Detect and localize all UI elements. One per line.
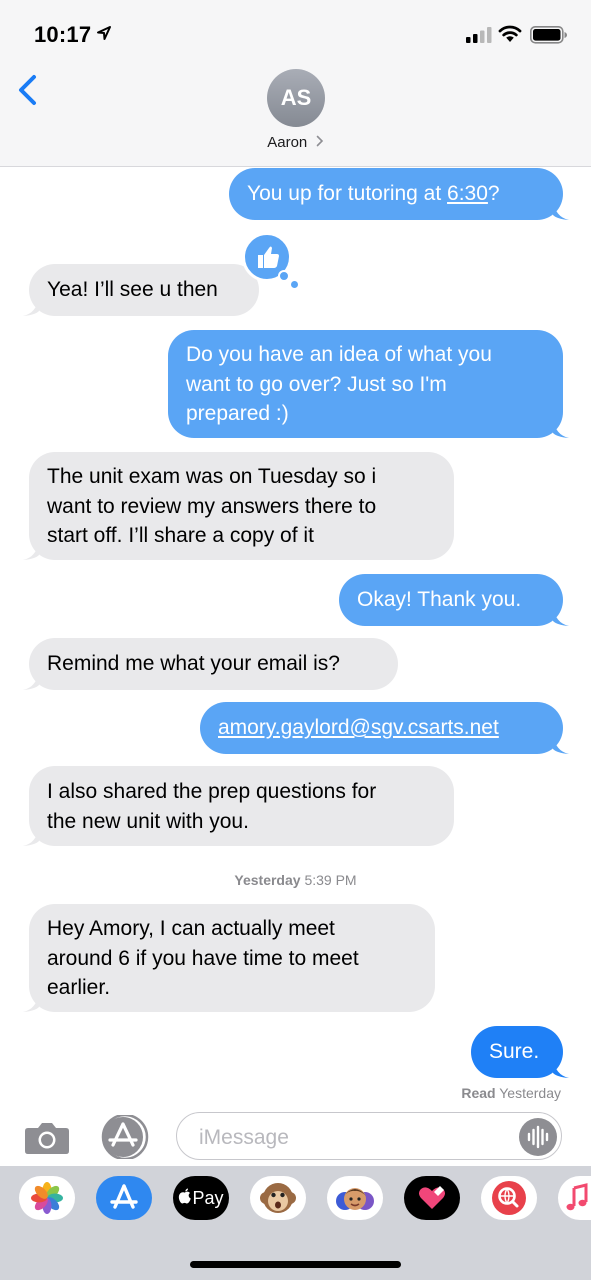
home-indicator[interactable]	[190, 1261, 401, 1268]
cellular-signal-icon	[466, 27, 492, 43]
web-search-icon[interactable]	[481, 1176, 537, 1220]
message-text: Sure.	[489, 1040, 540, 1063]
memoji-icon[interactable]	[327, 1176, 383, 1220]
bubble-tail	[23, 670, 39, 690]
contact-name-button[interactable]: Aaron	[0, 134, 591, 152]
location-arrow-icon	[97, 26, 111, 40]
message-bubble-incoming[interactable]: Yea! I’ll see u then	[23, 264, 259, 316]
message-line: The unit exam was on Tuesday so i	[47, 465, 377, 488]
camera-icon[interactable]	[25, 1120, 69, 1156]
message-text: Yea! I’ll see u then	[47, 278, 218, 301]
message-bubble-outgoing[interactable]: Do you have an idea of what you want to …	[168, 330, 569, 438]
message-line: Do you have an idea of what you	[186, 343, 492, 366]
message-bubble-incoming[interactable]: I also shared the prep questions for the…	[23, 766, 454, 846]
message-text: Remind me what your email is?	[47, 652, 340, 675]
waveform-icon	[527, 1125, 549, 1149]
bubble-tail	[553, 200, 569, 220]
bubble-tail	[553, 734, 569, 754]
conversation-timestamp: Yesterday 5:39 PM	[234, 872, 357, 888]
back-chevron-icon[interactable]	[14, 70, 44, 110]
tapback-dot	[291, 281, 298, 288]
message-line: the new unit with you.	[47, 809, 249, 833]
message-text: You up for tutoring at 6:30?	[247, 182, 500, 205]
email-link[interactable]: amory.gaylord@sgv.csarts.net	[218, 713, 545, 743]
message-bubble-outgoing[interactable]: amory.gaylord@sgv.csarts.net	[200, 702, 569, 754]
message-bubble-incoming[interactable]: The unit exam was on Tuesday so i want t…	[23, 452, 454, 560]
message-line: want to go over? Just so I'm	[186, 372, 447, 396]
message-line: I also shared the prep questions for	[47, 780, 377, 803]
message-input[interactable]	[197, 1122, 501, 1154]
bubble-tail	[553, 418, 569, 438]
read-receipt: Read Yesterday	[461, 1085, 561, 1101]
message-line: Hey Amory, I can actually meet	[47, 917, 335, 940]
message-line: earlier.	[47, 976, 111, 999]
app-store-icon[interactable]	[98, 1115, 152, 1159]
contact-avatar[interactable]: AS	[267, 69, 325, 127]
bubble-tail	[23, 826, 39, 846]
status-time: 10:17	[34, 22, 92, 47]
bubble-tail	[553, 1058, 569, 1078]
message-line: prepared :)	[186, 402, 289, 425]
bubble-tail	[23, 296, 39, 316]
tapback-dot	[278, 270, 290, 282]
bubble-tail	[553, 606, 569, 626]
apple-pay-icon[interactable]: Pay	[173, 1176, 229, 1220]
chevron-right-icon	[316, 135, 323, 147]
message-line: start off. I’ll share a copy of it	[47, 524, 314, 547]
battery-icon	[530, 26, 567, 44]
music-icon[interactable]	[558, 1176, 591, 1220]
message-bubble-incoming[interactable]: Hey Amory, I can actually meet around 6 …	[23, 904, 435, 1012]
message-bubble-incoming[interactable]: Remind me what your email is?	[23, 638, 398, 690]
digital-touch-icon[interactable]	[404, 1176, 460, 1220]
wifi-icon	[498, 25, 522, 42]
message-bubble-outgoing[interactable]: Sure.	[471, 1026, 569, 1078]
status-bar: 10:17	[0, 0, 591, 64]
time-link[interactable]: 6:30	[447, 182, 488, 205]
photos-app-icon[interactable]	[19, 1176, 75, 1220]
contact-name: Aaron	[267, 134, 308, 151]
animoji-monkey-icon[interactable]	[250, 1176, 306, 1220]
message-text: Okay! Thank you.	[357, 588, 522, 611]
bubble-tail	[23, 540, 39, 560]
message-bubble-outgoing[interactable]: Okay! Thank you.	[339, 574, 569, 626]
message-line: around 6 if you have time to meet	[47, 946, 359, 970]
message-bubble-outgoing[interactable]: You up for tutoring at 6:30?	[229, 168, 569, 220]
bubble-tail	[23, 992, 39, 1012]
audio-message-button[interactable]	[519, 1118, 557, 1156]
message-input-field[interactable]	[176, 1112, 562, 1160]
apple-logo-icon	[179, 1188, 192, 1204]
app-store-drawer-icon[interactable]	[96, 1176, 152, 1220]
message-line: want to review my answers there to	[47, 494, 377, 518]
